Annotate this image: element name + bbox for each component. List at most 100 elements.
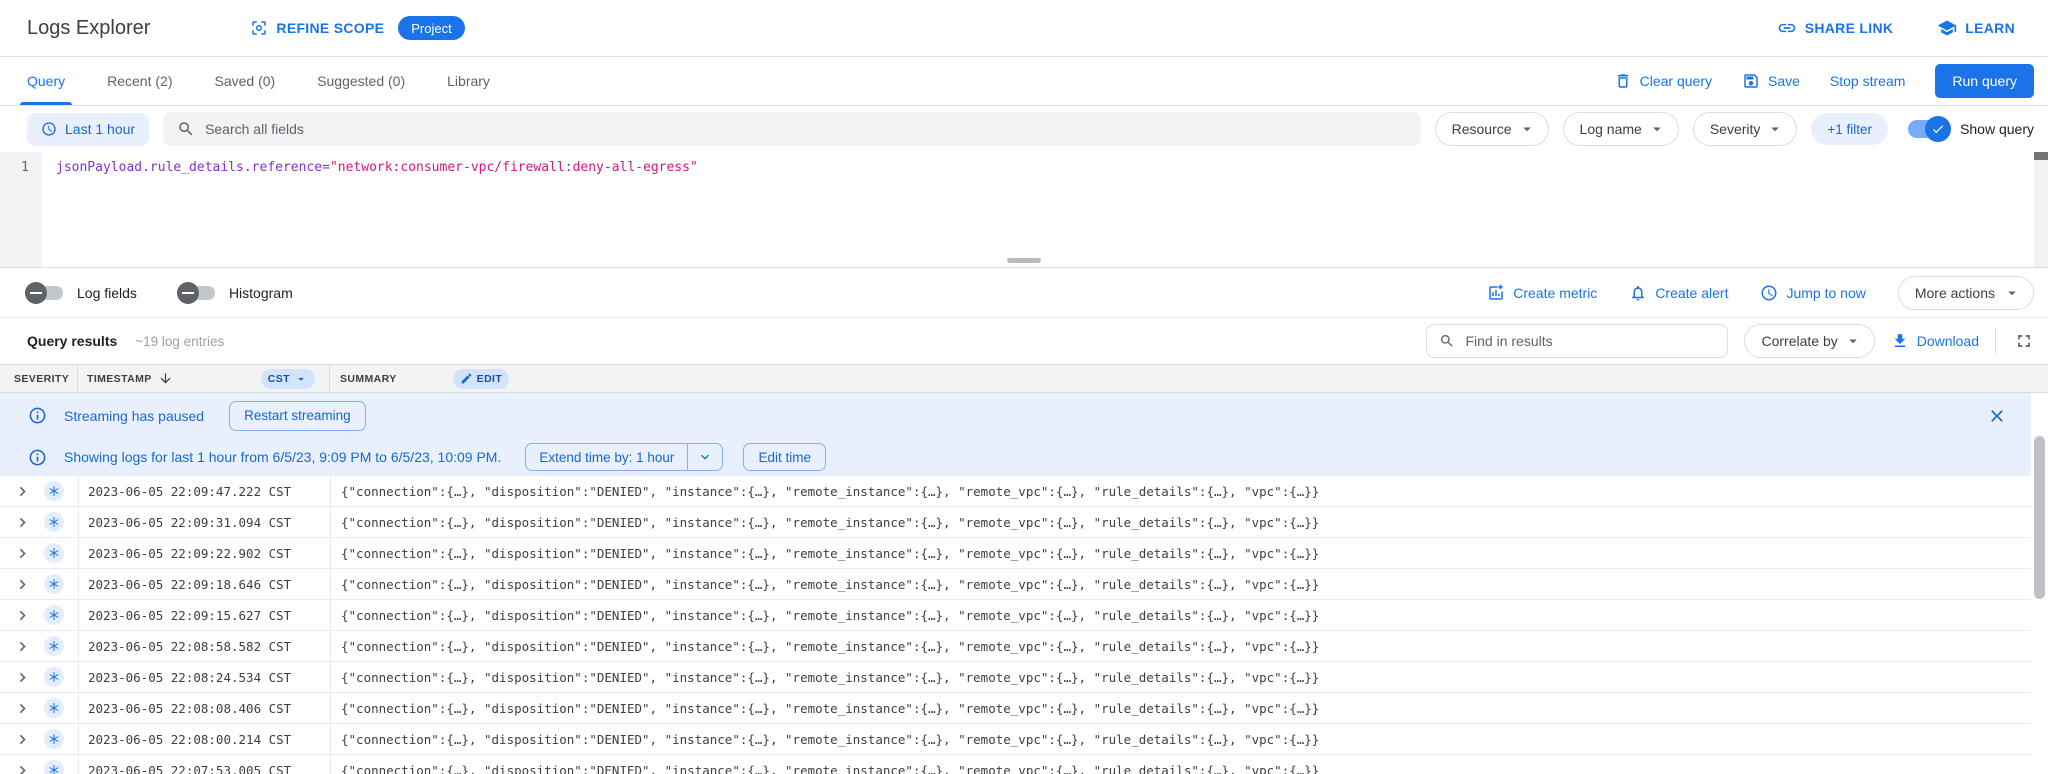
share-link-button[interactable]: SHARE LINK: [1777, 18, 1894, 38]
expand-chevron-icon[interactable]: [0, 513, 44, 532]
severity-cell: [44, 667, 78, 687]
download-button[interactable]: Download: [1891, 332, 1979, 350]
expand-chevron-icon[interactable]: [0, 668, 44, 687]
log-summary: {"connection":{…}, "disposition":"DENIED…: [330, 538, 2031, 568]
expand-chevron-icon[interactable]: [0, 730, 44, 749]
save-button[interactable]: Save: [1742, 72, 1800, 90]
log-summary: {"connection":{…}, "disposition":"DENIED…: [330, 755, 2031, 774]
show-query-toggle[interactable]: [1908, 120, 1948, 138]
more-filters-chip[interactable]: +1 filter: [1811, 113, 1888, 145]
correlate-by-dropdown[interactable]: Correlate by: [1744, 324, 1874, 358]
search-icon: [1439, 333, 1455, 349]
edit-label: EDIT: [477, 373, 503, 385]
log-summary: {"connection":{…}, "disposition":"DENIED…: [330, 693, 2031, 723]
query-editor[interactable]: 1 jsonPayload.rule_details.reference="ne…: [0, 152, 2048, 268]
log-summary: {"connection":{…}, "disposition":"DENIED…: [330, 662, 2031, 692]
default-severity-icon: [44, 636, 64, 656]
info-icon: [28, 448, 47, 467]
log-timestamp: 2023-06-05 22:09:47.222 CST: [78, 476, 330, 506]
log-entry-row[interactable]: 2023-06-05 22:07:53.005 CST {"connection…: [0, 755, 2031, 774]
search-input[interactable]: [205, 121, 1407, 137]
resource-dropdown[interactable]: Resource: [1435, 112, 1549, 146]
log-summary: {"connection":{…}, "disposition":"DENIED…: [330, 631, 2031, 661]
tabs: Query Recent (2) Saved (0) Suggested (0)…: [6, 57, 511, 105]
refine-scope-label: REFINE SCOPE: [276, 20, 384, 36]
timestamp-header-label[interactable]: TIMESTAMP: [87, 373, 152, 385]
log-entry-row[interactable]: 2023-06-05 22:09:31.094 CST {"connection…: [0, 507, 2031, 538]
top-bar: Logs Explorer REFINE SCOPE Project SHARE…: [0, 0, 2048, 57]
extend-time-options-button[interactable]: [687, 444, 722, 470]
expand-chevron-icon[interactable]: [0, 699, 44, 718]
edit-time-button[interactable]: Edit time: [743, 443, 826, 471]
learn-button[interactable]: LEARN: [1937, 18, 2015, 38]
log-entry-row[interactable]: 2023-06-05 22:09:15.627 CST {"connection…: [0, 600, 2031, 631]
caret-down-icon: [294, 372, 308, 386]
restart-streaming-button[interactable]: Restart streaming: [229, 401, 366, 431]
create-alert-button[interactable]: Create alert: [1629, 284, 1728, 302]
query-text[interactable]: jsonPayload.rule_details.reference="netw…: [56, 160, 2028, 175]
results-bar-actions: Correlate by Download: [1426, 324, 2036, 358]
log-timestamp: 2023-06-05 22:08:00.214 CST: [78, 724, 330, 754]
expand-chevron-icon[interactable]: [0, 544, 44, 563]
tab-recent[interactable]: Recent (2): [86, 57, 193, 105]
log-entry-row[interactable]: 2023-06-05 22:09:22.902 CST {"connection…: [0, 538, 2031, 569]
tab-saved[interactable]: Saved (0): [193, 57, 296, 105]
chart-plus-icon: [1487, 284, 1505, 302]
timezone-chip[interactable]: CST: [261, 369, 315, 389]
log-entry-row[interactable]: 2023-06-05 22:09:18.646 CST {"connection…: [0, 569, 2031, 600]
default-severity-icon: [44, 605, 64, 625]
correlate-by-label: Correlate by: [1761, 333, 1837, 349]
save-label: Save: [1768, 73, 1800, 89]
pencil-icon: [460, 372, 473, 385]
severity-cell: [44, 729, 78, 749]
sort-descending-icon[interactable]: [158, 371, 173, 386]
histogram-label: Histogram: [229, 285, 293, 301]
results-scrollbar-thumb[interactable]: [2034, 436, 2045, 599]
log-entry-row[interactable]: 2023-06-05 22:08:24.534 CST {"connection…: [0, 662, 2031, 693]
create-metric-button[interactable]: Create metric: [1487, 284, 1597, 302]
severity-dropdown[interactable]: Severity: [1693, 112, 1798, 146]
log-timestamp: 2023-06-05 22:09:18.646 CST: [78, 569, 330, 599]
more-actions-button[interactable]: More actions: [1898, 276, 2034, 310]
tab-suggested[interactable]: Suggested (0): [296, 57, 426, 105]
log-name-dropdown[interactable]: Log name: [1563, 112, 1679, 146]
log-entry-row[interactable]: 2023-06-05 22:08:00.214 CST {"connection…: [0, 724, 2031, 755]
extend-time-button[interactable]: Extend time by: 1 hour: [526, 444, 687, 470]
log-timestamp: 2023-06-05 22:08:24.534 CST: [78, 662, 330, 692]
time-range-chip[interactable]: Last 1 hour: [27, 113, 149, 146]
histogram-toggle[interactable]: [179, 286, 215, 300]
default-severity-icon: [44, 760, 64, 774]
expand-chevron-icon[interactable]: [0, 575, 44, 594]
expand-chevron-icon[interactable]: [0, 637, 44, 656]
filter-bar: Last 1 hour Resource Log name Severity +…: [0, 106, 2048, 152]
editor-scrollbar-thumb[interactable]: [2034, 152, 2048, 160]
clear-query-button[interactable]: Clear query: [1614, 72, 1712, 90]
query-actions: Clear query Save Stop stream Run query: [1614, 57, 2034, 105]
results-bar: Query results ~19 log entries Correlate …: [0, 318, 2048, 365]
log-timestamp: 2023-06-05 22:09:31.094 CST: [78, 507, 330, 537]
find-in-results-input[interactable]: [1465, 333, 1715, 349]
run-query-button[interactable]: Run query: [1935, 64, 2034, 98]
expand-chevron-icon[interactable]: [0, 482, 44, 501]
tab-query[interactable]: Query: [6, 57, 86, 105]
log-summary: {"connection":{…}, "disposition":"DENIED…: [330, 507, 2031, 537]
severity-cell: [44, 760, 78, 774]
tab-library[interactable]: Library: [426, 57, 511, 105]
log-entry-row[interactable]: 2023-06-05 22:08:58.582 CST {"connection…: [0, 631, 2031, 662]
expand-chevron-icon[interactable]: [0, 761, 44, 774]
stop-stream-label: Stop stream: [1830, 73, 1905, 89]
time-range-banner: Showing logs for last 1 hour from 6/5/23…: [0, 438, 2031, 476]
stop-stream-button[interactable]: Stop stream: [1830, 73, 1905, 89]
jump-to-now-button[interactable]: Jump to now: [1760, 284, 1865, 302]
log-fields-toggle[interactable]: [27, 286, 63, 300]
project-scope-badge[interactable]: Project: [398, 16, 464, 40]
log-entry-row[interactable]: 2023-06-05 22:08:08.406 CST {"connection…: [0, 693, 2031, 724]
expand-chevron-icon[interactable]: [0, 606, 44, 625]
editor-scrollbar[interactable]: [2034, 152, 2048, 267]
editor-resize-handle[interactable]: [1007, 258, 1041, 263]
refine-scope-button[interactable]: REFINE SCOPE: [250, 19, 384, 37]
close-banner-button[interactable]: [1985, 404, 2009, 428]
log-entry-row[interactable]: 2023-06-05 22:09:47.222 CST {"connection…: [0, 476, 2031, 507]
fullscreen-button[interactable]: [2012, 329, 2036, 353]
edit-summary-chip[interactable]: EDIT: [453, 369, 510, 389]
